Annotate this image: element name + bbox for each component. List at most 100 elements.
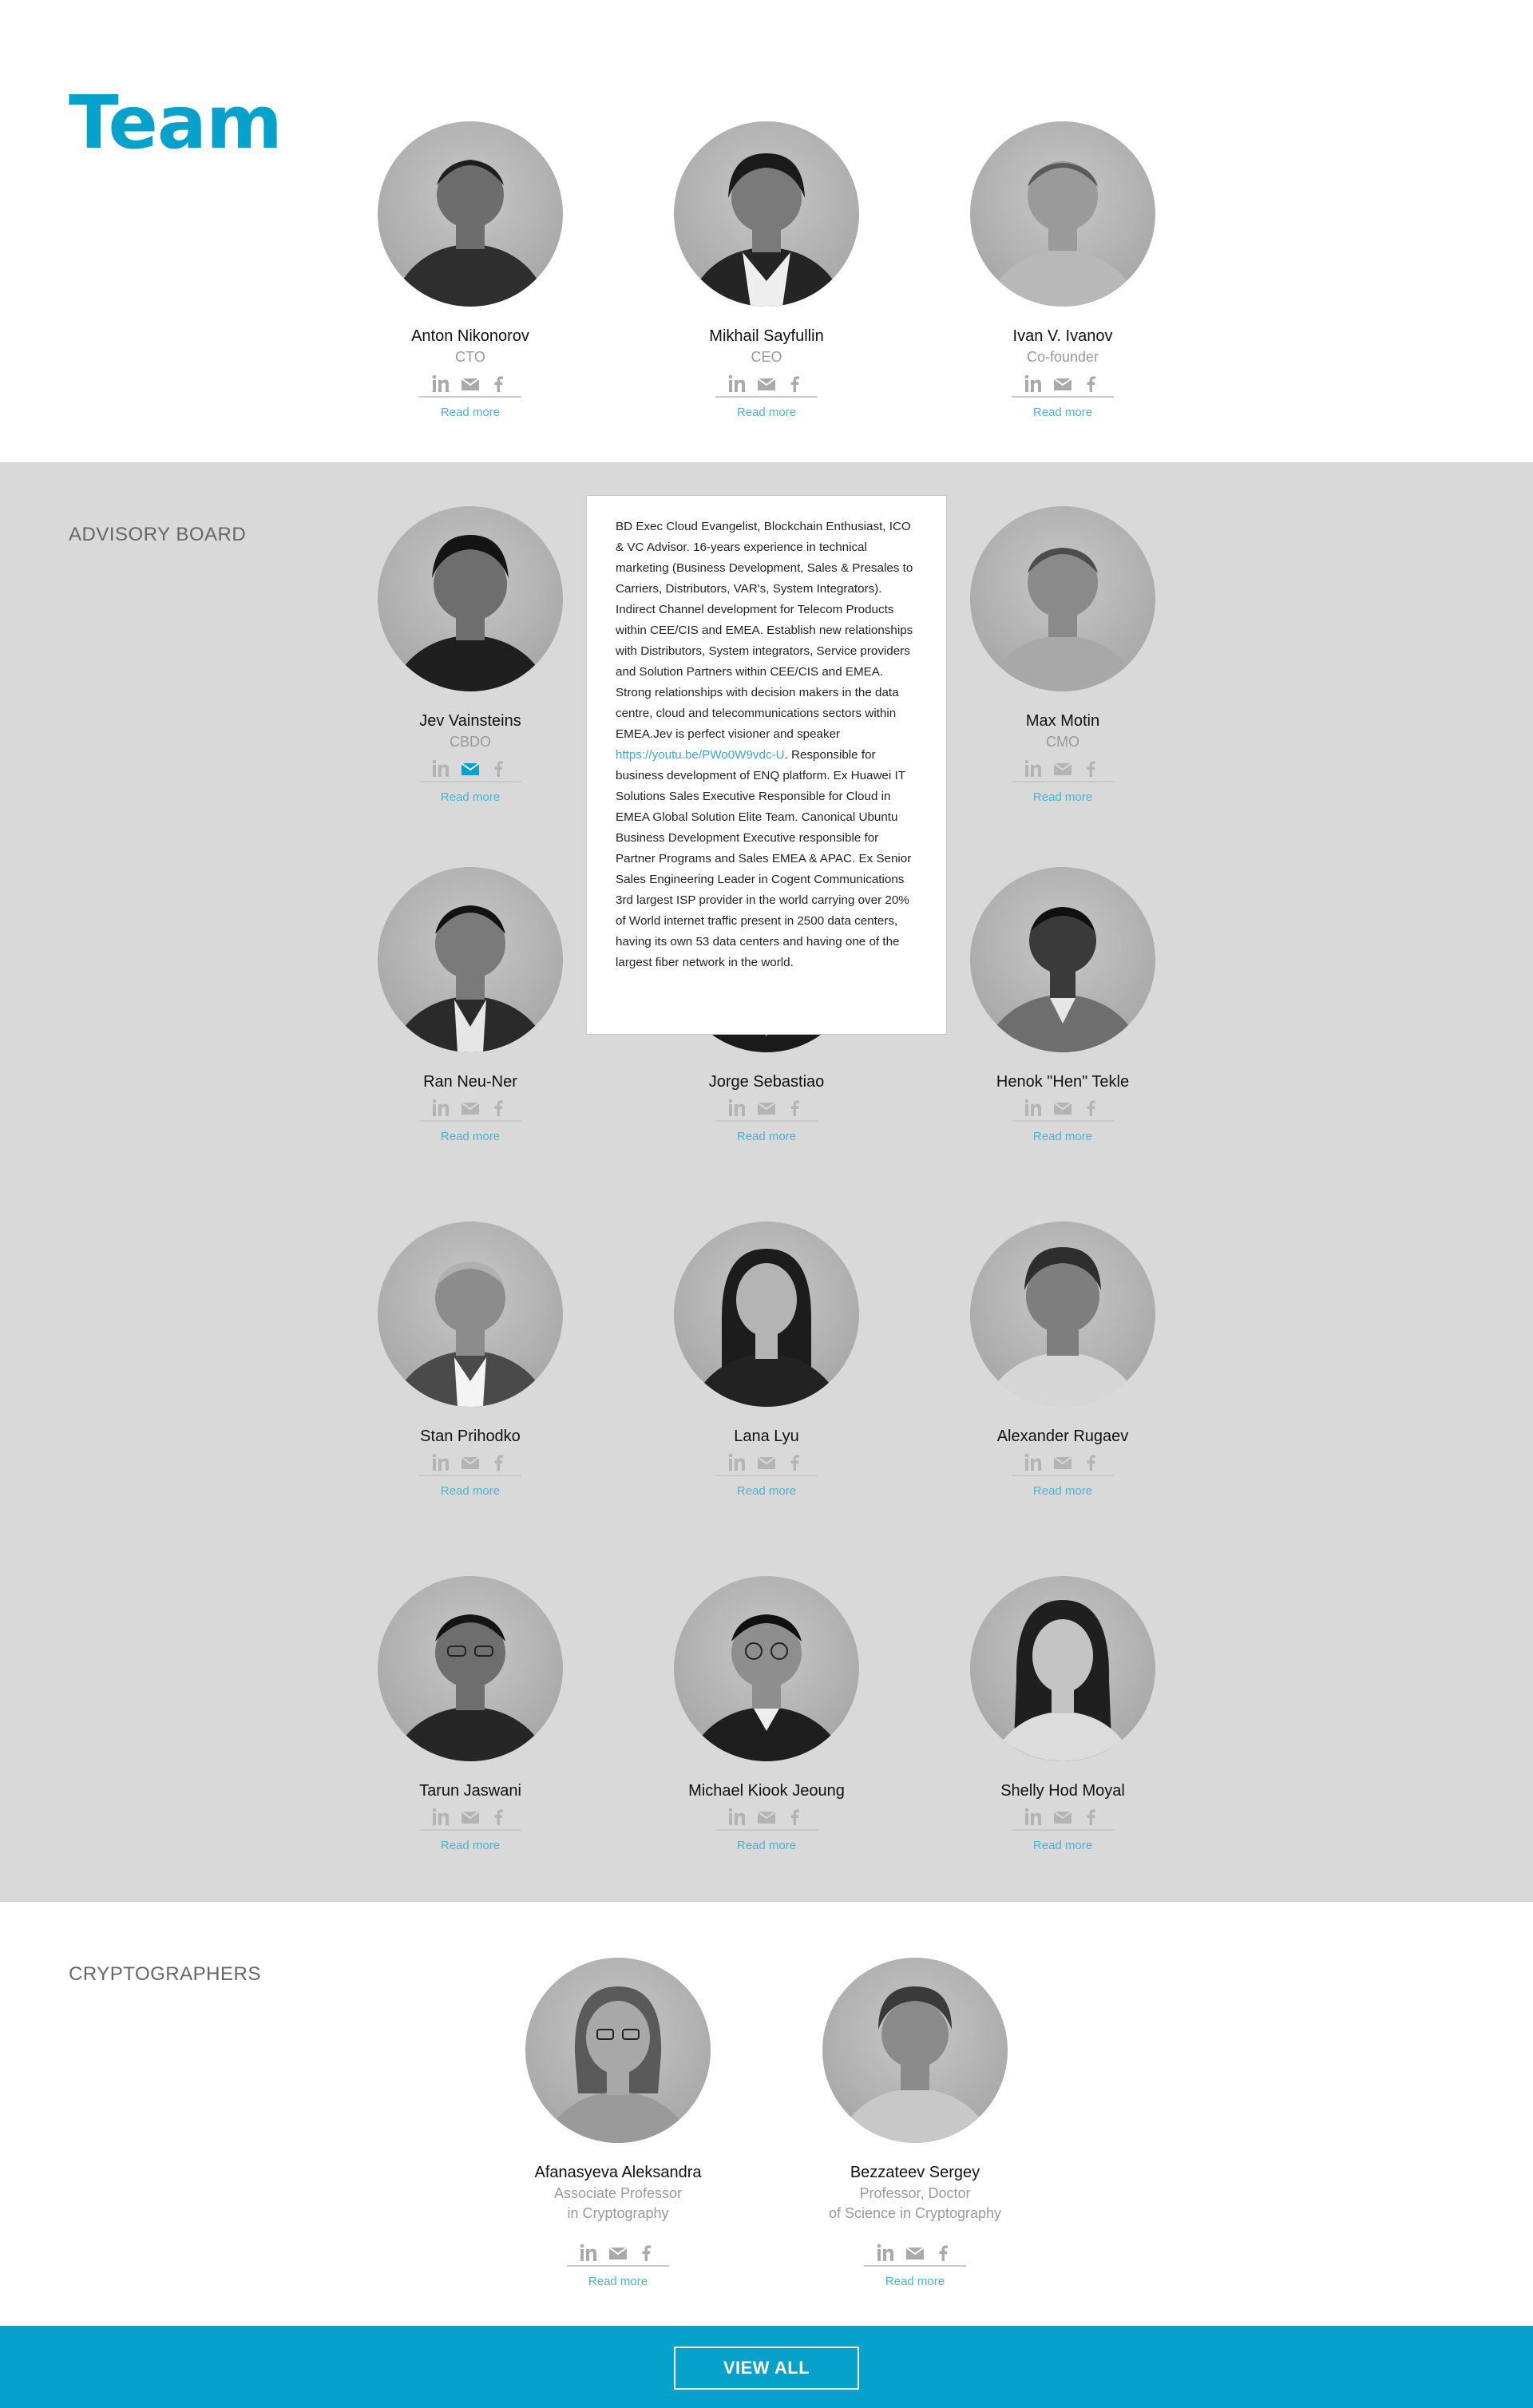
mail-icon[interactable] [756,1453,777,1472]
bio-text: BD Exec Cloud Evangelist, Blockchain Ent… [616,520,913,741]
mail-icon[interactable] [460,759,481,778]
avatar [378,1576,563,1761]
social-links [864,2241,966,2267]
mail-icon[interactable] [1052,374,1073,394]
read-more-link[interactable]: Read more [647,406,886,419]
facebook-icon[interactable] [489,1453,509,1472]
read-more-link[interactable]: Read more [943,790,1182,804]
mail-icon[interactable] [756,374,777,394]
read-more-link[interactable]: Read more [647,1839,886,1852]
read-more-link[interactable]: Read more [943,1484,1182,1498]
read-more-link[interactable]: Read more [351,406,590,419]
social-links [715,1805,818,1831]
member-role: CMO [1046,734,1079,750]
read-more-link[interactable]: Read more [943,1130,1182,1143]
member-role: Associate Professor [553,2185,683,2201]
linkedin-icon[interactable] [727,374,748,394]
facebook-icon[interactable] [1081,1099,1102,1118]
member-name: Anton Nikonorov [411,327,529,345]
facebook-icon[interactable] [489,1099,509,1118]
social-links [419,1451,521,1476]
mail-icon[interactable] [460,374,481,394]
read-more-link[interactable]: Read more [351,790,590,804]
social-links [419,1096,521,1122]
linkedin-icon[interactable] [431,374,452,394]
team-member-card: Anton Nikonorov CTO Read more [351,121,590,419]
avatar [674,1222,859,1407]
facebook-icon[interactable] [785,1808,806,1827]
mail-icon[interactable] [756,1099,777,1118]
mail-icon[interactable] [1052,759,1073,778]
mail-icon[interactable] [1052,1808,1073,1827]
facebook-icon[interactable] [1081,1453,1102,1472]
linkedin-icon[interactable] [727,1808,748,1827]
social-links [419,1805,521,1831]
advisor-card: Shelly Hod Moyal Read more [943,1576,1182,1852]
page-title: Team [69,80,283,165]
facebook-icon[interactable] [1081,1808,1102,1827]
mail-icon[interactable] [756,1808,777,1827]
linkedin-icon[interactable] [431,1099,452,1118]
read-more-link[interactable]: Read more [498,2275,738,2288]
member-name: Tarun Jaswani [419,1782,521,1800]
view-all-button[interactable]: VIEW ALL [674,2347,859,2390]
cryptographer-card: Bezzateev Sergey Professor, Doctor of Sc… [795,1958,1035,2288]
team-member-card: Ivan V. Ivanov Co-founder Read more [943,121,1182,419]
facebook-icon[interactable] [489,374,509,394]
avatar [378,867,563,1052]
read-more-link[interactable]: Read more [943,1839,1182,1852]
member-name: Alexander Rugaev [996,1428,1129,1445]
member-name: Mikhail Sayfullin [709,327,824,345]
linkedin-icon[interactable] [431,1453,452,1472]
facebook-icon[interactable] [785,1453,806,1472]
linkedin-icon[interactable] [1024,1099,1044,1118]
avatar [525,1958,711,2143]
mail-icon[interactable] [460,1099,481,1118]
facebook-icon[interactable] [636,2244,657,2263]
linkedin-icon[interactable] [727,1099,748,1118]
linkedin-icon[interactable] [431,759,452,778]
member-role: Professor, Doctor [859,2185,971,2201]
social-links [1012,1451,1114,1476]
mail-icon[interactable] [905,2244,925,2263]
bio-video-link[interactable]: https://youtu.be/PWo0W9vdc-U [616,748,785,762]
member-role: Co-founder [1026,349,1099,365]
linkedin-icon[interactable] [876,2244,897,2263]
advisor-card: Jev Vainsteins CBDO Read more [351,506,590,804]
linkedin-icon[interactable] [1024,1453,1044,1472]
member-role: CEO [751,349,782,365]
mail-icon[interactable] [608,2244,628,2263]
social-links [1012,372,1114,398]
advisor-card: Tarun Jaswani Read more [351,1576,590,1852]
mail-icon[interactable] [1052,1099,1073,1118]
mail-icon[interactable] [460,1808,481,1827]
facebook-icon[interactable] [785,374,806,394]
facebook-icon[interactable] [933,2244,954,2263]
mail-icon[interactable] [460,1453,481,1472]
linkedin-icon[interactable] [727,1453,748,1472]
advisor-card: Henok "Hen" Tekle Read more [943,867,1182,1143]
linkedin-icon[interactable] [431,1808,452,1827]
read-more-link[interactable]: Read more [943,406,1182,419]
social-links [1012,1096,1114,1122]
facebook-icon[interactable] [1081,759,1102,778]
facebook-icon[interactable] [489,759,509,778]
read-more-link[interactable]: Read more [795,2275,1035,2288]
linkedin-icon[interactable] [1024,374,1044,394]
avatar [378,121,563,307]
read-more-link[interactable]: Read more [647,1130,886,1143]
facebook-icon[interactable] [1081,374,1102,394]
advisor-card: Lana Lyu Read more [647,1222,886,1498]
read-more-link[interactable]: Read more [351,1839,590,1852]
read-more-link[interactable]: Read more [351,1484,590,1498]
read-more-link[interactable]: Read more [647,1484,886,1498]
facebook-icon[interactable] [785,1099,806,1118]
read-more-link[interactable]: Read more [351,1130,590,1143]
linkedin-icon[interactable] [1024,1808,1044,1827]
mail-icon[interactable] [1052,1453,1073,1472]
facebook-icon[interactable] [489,1808,509,1827]
linkedin-icon[interactable] [579,2244,600,2263]
avatar [674,1576,859,1761]
linkedin-icon[interactable] [1024,759,1044,778]
social-links [419,757,521,782]
